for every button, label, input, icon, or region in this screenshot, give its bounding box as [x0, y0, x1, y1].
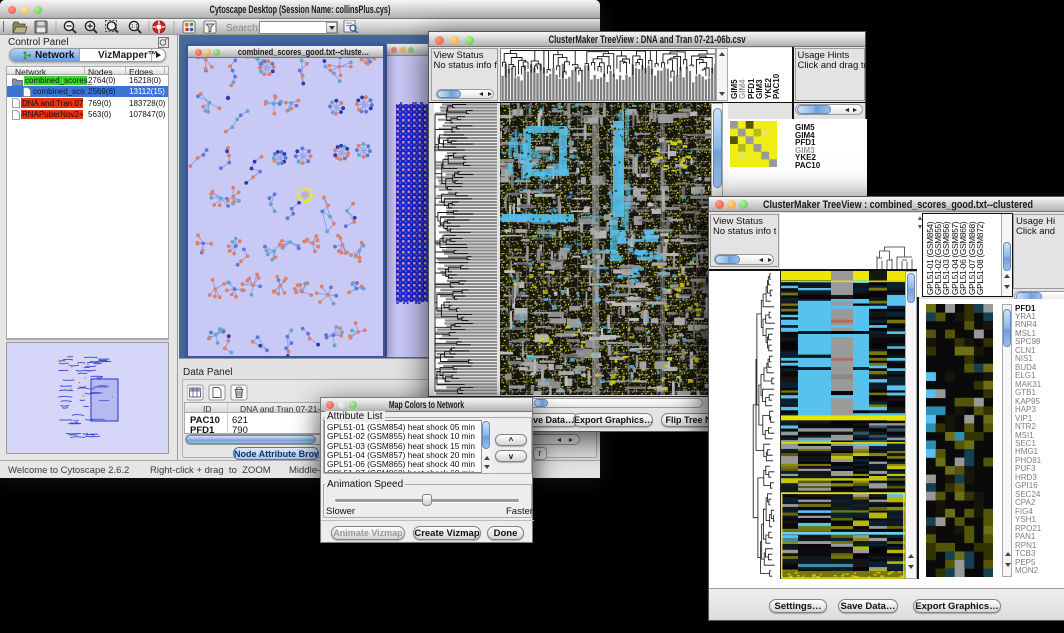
svg-text:1:1: 1:1 — [131, 24, 138, 30]
